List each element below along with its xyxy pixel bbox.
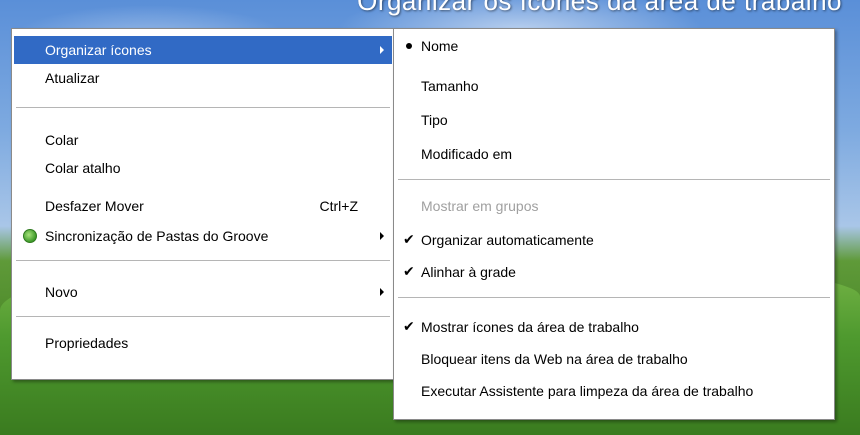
menu-item-sincronizacao-groove[interactable]: Sincronização de Pastas do Groove xyxy=(14,222,392,250)
menu-item-desfazer-mover[interactable]: Desfazer Mover Ctrl+Z xyxy=(14,192,392,220)
menu-separator xyxy=(398,297,830,298)
submenu-item-label: Nome xyxy=(421,38,459,54)
menu-item-colar-atalho[interactable]: Colar atalho xyxy=(14,154,392,182)
caption-title: Organizar os ícones da área de trabalho xyxy=(357,0,842,16)
menu-separator xyxy=(16,316,390,317)
organizar-icones-submenu: Nome Tamanho Tipo Modificado em Mostrar … xyxy=(393,28,835,420)
menu-item-colar[interactable]: Colar xyxy=(14,126,392,154)
submenu-item-label: Modificado em xyxy=(421,146,513,162)
submenu-item-label: Mostrar em grupos xyxy=(421,198,539,214)
submenu-item-label: Executar Assistente para limpeza da área… xyxy=(421,383,754,399)
checkmark-icon: ✔ xyxy=(403,264,415,280)
desktop-context-menu: Organizar ícones Atualizar Colar Colar a… xyxy=(11,28,395,380)
submenu-item-label: Mostrar ícones da área de trabalho xyxy=(421,319,639,335)
submenu-item-bloquear-itens-web[interactable]: Bloquear itens da Web na área de trabalh… xyxy=(396,345,832,373)
menu-separator xyxy=(16,107,390,108)
menu-item-label: Colar atalho xyxy=(45,160,121,176)
menu-item-label: Atualizar xyxy=(45,70,100,86)
menu-item-atualizar[interactable]: Atualizar xyxy=(14,64,392,92)
checkmark-icon: ✔ xyxy=(403,319,415,335)
submenu-arrow-icon xyxy=(380,232,384,240)
submenu-item-label: Tipo xyxy=(421,112,448,128)
menu-separator xyxy=(398,179,830,180)
radio-bullet-icon xyxy=(406,43,412,49)
submenu-item-nome[interactable]: Nome xyxy=(396,32,832,60)
menu-item-label: Novo xyxy=(45,284,78,300)
menu-item-label: Desfazer Mover xyxy=(45,198,144,214)
menu-item-propriedades[interactable]: Propriedades xyxy=(14,329,392,357)
submenu-item-tamanho[interactable]: Tamanho xyxy=(396,72,832,100)
menu-item-label: Colar xyxy=(45,132,79,148)
menu-item-novo[interactable]: Novo xyxy=(14,278,392,306)
submenu-arrow-icon xyxy=(380,46,384,54)
submenu-item-label: Organizar automaticamente xyxy=(421,232,594,248)
submenu-item-organizar-automaticamente[interactable]: ✔ Organizar automaticamente xyxy=(396,226,832,254)
submenu-item-alinhar-a-grade[interactable]: ✔ Alinhar à grade xyxy=(396,258,832,286)
menu-separator xyxy=(16,260,390,261)
submenu-item-tipo[interactable]: Tipo xyxy=(396,106,832,134)
menu-item-label: Sincronização de Pastas do Groove xyxy=(45,228,269,244)
submenu-item-assistente-limpeza[interactable]: Executar Assistente para limpeza da área… xyxy=(396,377,832,405)
checkmark-icon: ✔ xyxy=(403,232,415,248)
submenu-item-label: Tamanho xyxy=(421,78,479,94)
menu-item-shortcut: Ctrl+Z xyxy=(319,198,359,214)
submenu-item-mostrar-em-grupos[interactable]: Mostrar em grupos xyxy=(396,192,832,220)
submenu-item-mostrar-icones[interactable]: ✔ Mostrar ícones da área de trabalho xyxy=(396,313,832,341)
submenu-item-label: Alinhar à grade xyxy=(421,264,516,280)
submenu-arrow-icon xyxy=(380,288,384,296)
submenu-item-label: Bloquear itens da Web na área de trabalh… xyxy=(421,351,688,367)
submenu-item-modificado-em[interactable]: Modificado em xyxy=(396,140,832,168)
groove-icon xyxy=(23,229,37,243)
menu-item-label: Organizar ícones xyxy=(45,42,152,58)
menu-item-organizar-icones[interactable]: Organizar ícones xyxy=(14,36,392,64)
menu-item-label: Propriedades xyxy=(45,335,129,351)
